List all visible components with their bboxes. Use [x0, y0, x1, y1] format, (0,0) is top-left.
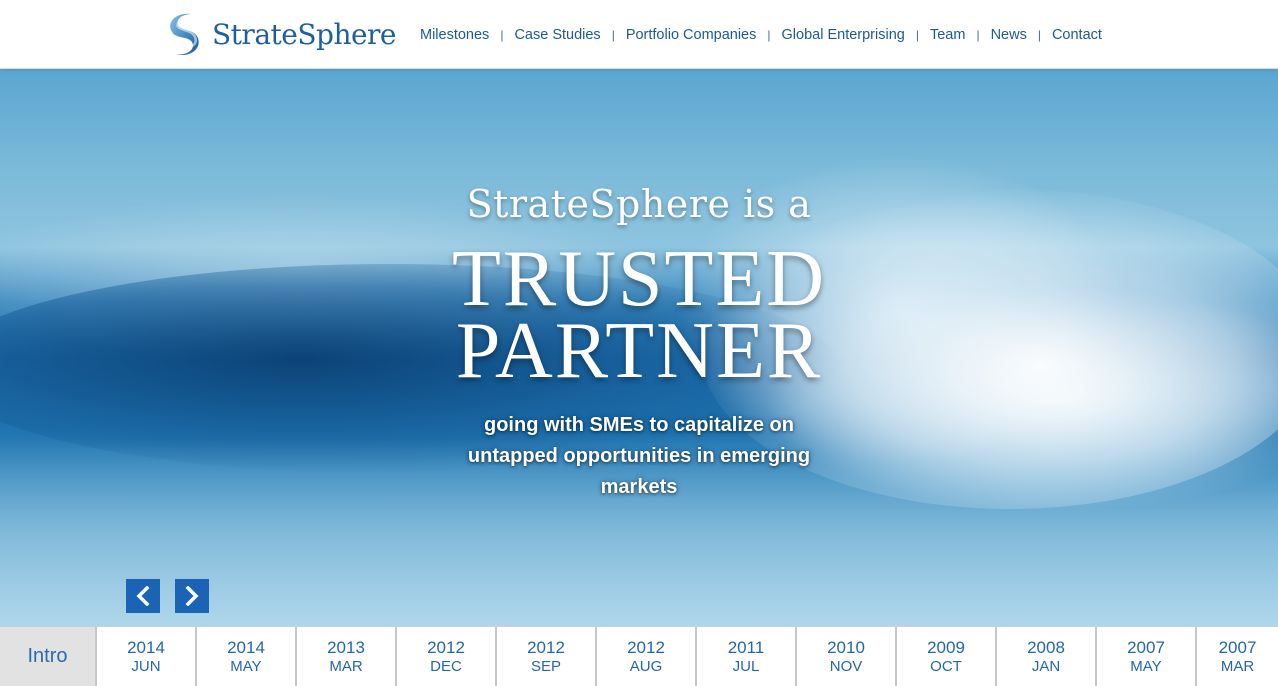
timeline-year: 2014: [227, 637, 265, 657]
timeline-year: 2012: [627, 637, 665, 657]
timeline-month: MAR: [1220, 657, 1255, 675]
logo[interactable]: StrateSphere: [162, 10, 397, 58]
timeline-year: 2010: [827, 637, 865, 657]
chevron-right-icon: [185, 586, 199, 606]
timeline-month: NOV: [829, 657, 863, 675]
nav-separator: |: [500, 28, 504, 42]
nav-separator: |: [915, 28, 919, 42]
milestone-timeline: Intro 2014 JUN 2014 MAY 2013 MAR 2012 DE…: [0, 626, 1278, 686]
timeline-year: 2011: [727, 637, 765, 657]
timeline-month: JUL: [732, 657, 760, 675]
hero-line-2: TRUSTED: [452, 235, 826, 323]
swirl-logo-icon: [170, 13, 199, 56]
hero-tagline: going with SMEs to capitalize on untappe…: [467, 414, 811, 498]
slide-next-button[interactable]: [175, 579, 209, 613]
site-header: StrateSphere Milestones | Case Studies |…: [0, 0, 1278, 69]
timeline-item[interactable]: 2014 JUN: [97, 627, 197, 686]
hero-line-3: PARTNER: [455, 307, 823, 395]
timeline-month: AUG: [629, 657, 663, 675]
timeline-year: 2009: [927, 637, 965, 657]
nav-separator: |: [1037, 28, 1041, 42]
nav-separator: |: [611, 28, 615, 42]
timeline-year: 2012: [527, 637, 565, 657]
timeline-month: OCT: [930, 657, 962, 675]
timeline-item[interactable]: 2007 MAR: [1197, 627, 1278, 686]
nav-separator: |: [976, 28, 980, 42]
timeline-year: 2013: [327, 637, 365, 657]
timeline-item[interactable]: 2009 OCT: [897, 627, 997, 686]
timeline-intro-tab[interactable]: Intro: [0, 627, 97, 686]
timeline-month: MAY: [1130, 657, 1162, 675]
timeline-year: 2007: [1127, 637, 1165, 657]
timeline-item[interactable]: 2011 JUL: [697, 627, 797, 686]
nav-separator: |: [767, 28, 771, 42]
timeline-item[interactable]: 2012 SEP: [497, 627, 597, 686]
brand-name: StrateSphere: [212, 17, 397, 51]
timeline-item[interactable]: 2012 DEC: [397, 627, 497, 686]
timeline-month: DEC: [430, 657, 462, 675]
timeline-item[interactable]: 2007 MAY: [1097, 627, 1197, 686]
timeline-item[interactable]: 2010 NOV: [797, 627, 897, 686]
hero-line-1: StrateSphere is a: [466, 182, 812, 226]
timeline-item[interactable]: 2008 JAN: [997, 627, 1097, 686]
nav-news[interactable]: News: [991, 27, 1027, 43]
hero-banner: StrateSphere is a TRUSTED PARTNER going …: [0, 69, 1278, 626]
timeline-month: MAR: [329, 657, 363, 675]
timeline-year: 2008: [1027, 637, 1065, 657]
timeline-month: JUN: [131, 657, 161, 675]
timeline-year: 2014: [127, 637, 165, 657]
timeline-item[interactable]: 2012 AUG: [597, 627, 697, 686]
nav-case-studies[interactable]: Case Studies: [514, 27, 600, 43]
timeline-month: SEP: [530, 657, 561, 675]
timeline-month: MAY: [230, 657, 262, 675]
nav-team[interactable]: Team: [930, 27, 965, 43]
nav-milestones[interactable]: Milestones: [420, 27, 489, 43]
timeline-item[interactable]: 2014 MAY: [197, 627, 297, 686]
timeline-year: 2007: [1218, 637, 1257, 657]
nav-portfolio-companies[interactable]: Portfolio Companies: [626, 27, 757, 43]
timeline-item[interactable]: 2013 MAR: [297, 627, 397, 686]
chevron-left-icon: [136, 586, 150, 606]
timeline-year: 2012: [427, 637, 465, 657]
timeline-month: JAN: [1031, 657, 1061, 675]
nav-global-enterprising[interactable]: Global Enterprising: [782, 27, 905, 43]
nav-contact[interactable]: Contact: [1052, 27, 1102, 43]
slide-prev-button[interactable]: [126, 579, 160, 613]
main-nav: Milestones | Case Studies | Portfolio Co…: [420, 25, 1102, 45]
